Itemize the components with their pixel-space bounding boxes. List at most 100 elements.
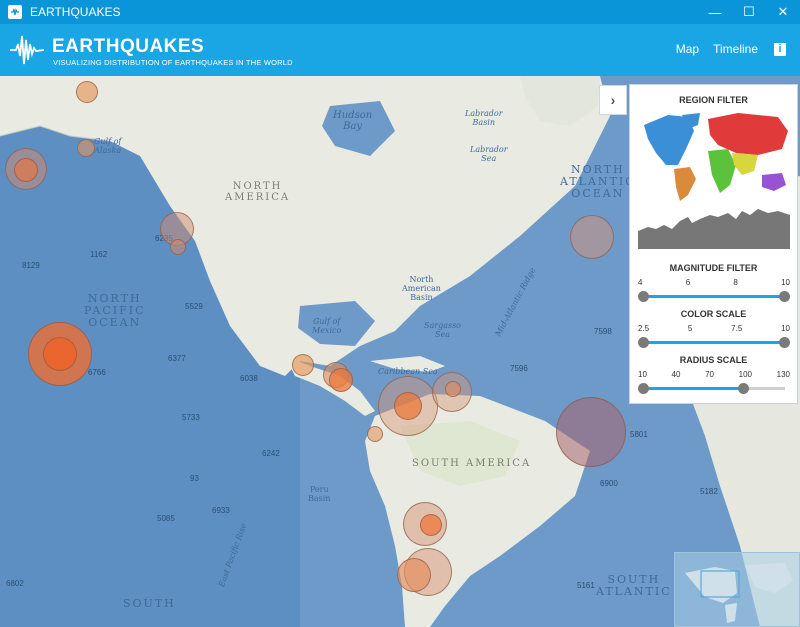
radius-scale-slider[interactable]: 10 40 70 100 130 (638, 370, 790, 396)
magnitude-slider[interactable]: 4 6 8 10 (638, 278, 790, 304)
depth-label: 1162 (90, 250, 108, 259)
region-south-america (674, 167, 696, 201)
earthquake-marker[interactable] (394, 392, 422, 420)
magnitude-filter-title: MAGNITUDE FILTER (669, 263, 758, 273)
label-south-america: SOUTH AMERICA (412, 458, 532, 469)
region-middle-east-india (732, 153, 758, 175)
earthquake-map[interactable]: NORTH AMERICA SOUTH AMERICA NORTH PACIFI… (0, 76, 800, 627)
slider-range-fill (643, 387, 743, 390)
label-gulf-of-mexico: Gulf of Mexico (312, 317, 342, 335)
earthquake-marker[interactable] (43, 337, 77, 371)
slider-tick: 7.5 (731, 324, 743, 333)
minimize-button[interactable]: — (698, 0, 732, 24)
region-oceania (762, 173, 786, 191)
label-north-american-basin: North American Basin (402, 275, 441, 302)
depth-label: 5085 (157, 514, 175, 523)
color-scale-title: COLOR SCALE (680, 309, 747, 319)
minimap-world (685, 563, 793, 623)
region-filter-title: REGION FILTER (679, 95, 748, 105)
slider-tick: 2.5 (638, 324, 650, 333)
earthquake-marker[interactable] (420, 514, 442, 536)
depth-label: 6242 (262, 449, 280, 458)
label-south-atlantic: SOUTH ATLANTIC (596, 573, 672, 599)
slider-thumb-low[interactable] (638, 337, 649, 348)
slider-tick: 130 (776, 370, 790, 379)
label-north-pacific: NORTH PACIFIC OCEAN (84, 292, 146, 330)
label-hudson-bay: Hudson Bay (333, 110, 373, 132)
earthquake-marker[interactable] (367, 426, 383, 442)
depth-label: 5801 (630, 430, 648, 439)
earthquake-marker[interactable] (556, 397, 626, 467)
label-labrador-basin: Labrador Basin (465, 109, 503, 127)
earthquake-marker[interactable] (76, 81, 98, 103)
maximize-button[interactable]: ☐ (732, 0, 766, 24)
label-north-atlantic: NORTH ATLANTIC OCEAN (560, 163, 636, 201)
seismograph-logo-icon (10, 35, 44, 65)
slider-tick: 6 (685, 278, 691, 287)
depth-histogram (638, 209, 790, 249)
depth-label: 6377 (168, 354, 186, 363)
region-filter-map[interactable] (638, 109, 790, 203)
slider-tick: 70 (705, 370, 714, 379)
depth-label: 8129 (22, 261, 40, 270)
slider-tick: 10 (638, 370, 647, 379)
depth-label: 5733 (182, 413, 200, 422)
depth-label: 6766 (88, 368, 106, 377)
label-peru-basin: Peru Basin (308, 485, 331, 503)
nav-map-link[interactable]: Map (676, 42, 699, 56)
radius-scale-title: RADIUS SCALE (679, 355, 748, 365)
earthquake-marker[interactable] (77, 139, 95, 157)
slider-range-fill (643, 341, 784, 344)
depth-label: 5529 (185, 302, 203, 311)
app-window: EARTHQUAKES — ☐ ✕ EARTHQUAKES VISUALIZIN… (0, 0, 800, 627)
slider-thumb-high[interactable] (737, 383, 749, 394)
slider-tick: 4 (638, 278, 643, 287)
nav-timeline-link[interactable]: Timeline (713, 42, 758, 56)
depth-label: 7596 (510, 364, 528, 373)
filter-panel: REGION FILTER MAGNITUDE FILTER 4 6 8 10 … (629, 84, 798, 404)
slider-thumb-high[interactable] (779, 337, 790, 348)
depth-label: 93 (190, 474, 199, 483)
earthquake-marker[interactable] (445, 381, 461, 397)
depth-label: 6802 (6, 579, 24, 588)
title-bar: EARTHQUAKES — ☐ ✕ (0, 0, 800, 24)
slider-thumb-low[interactable] (638, 383, 649, 394)
overview-minimap[interactable] (674, 552, 800, 627)
earthquake-marker[interactable] (170, 239, 186, 255)
slider-tick: 100 (738, 370, 752, 379)
depth-label: 6038 (240, 374, 258, 383)
label-sargasso-sea: Sargasso Sea (424, 321, 461, 339)
app-tagline: VISUALIZING DISTRIBUTION OF EARTHQUAKES … (53, 58, 293, 67)
earthquake-marker[interactable] (292, 354, 314, 376)
earthquake-marker[interactable] (570, 215, 614, 259)
depth-label: 6933 (212, 506, 230, 515)
earthquake-marker[interactable] (14, 158, 38, 182)
label-south-pacific: SOUTH (123, 597, 176, 610)
info-icon[interactable]: i (774, 42, 786, 56)
app-icon (8, 5, 22, 19)
slider-tick: 8 (733, 278, 738, 287)
slider-tick: 40 (671, 370, 681, 379)
app-brand: EARTHQUAKES (52, 36, 205, 57)
main-nav: Map Timeline i (662, 42, 786, 56)
depth-label: 7598 (594, 327, 612, 336)
region-europe-asia (708, 113, 788, 155)
earthquake-marker[interactable] (397, 558, 431, 592)
earthquake-marker[interactable] (329, 368, 353, 392)
app-header: EARTHQUAKES VISUALIZING DISTRIBUTION OF … (0, 24, 800, 76)
depth-label: 5161 (577, 581, 595, 590)
color-scale-slider[interactable]: 2.5 5 7.5 10 (638, 324, 790, 350)
slider-thumb-high[interactable] (779, 291, 790, 302)
label-labrador-sea: Labrador Sea (470, 145, 508, 163)
slider-tick: 10 (781, 324, 790, 333)
label-north-america: NORTH AMERICA (225, 181, 291, 203)
collapse-panel-button[interactable]: › (599, 85, 627, 115)
slider-tick: 10 (781, 278, 790, 287)
slider-range-fill (643, 295, 784, 298)
depth-label: 5182 (700, 487, 718, 496)
slider-thumb-low[interactable] (638, 291, 649, 302)
region-africa (708, 149, 736, 193)
close-button[interactable]: ✕ (766, 0, 800, 24)
label-gulf-of-alaska: Gulf of Alaska (94, 137, 122, 155)
slider-tick: 5 (687, 324, 693, 333)
